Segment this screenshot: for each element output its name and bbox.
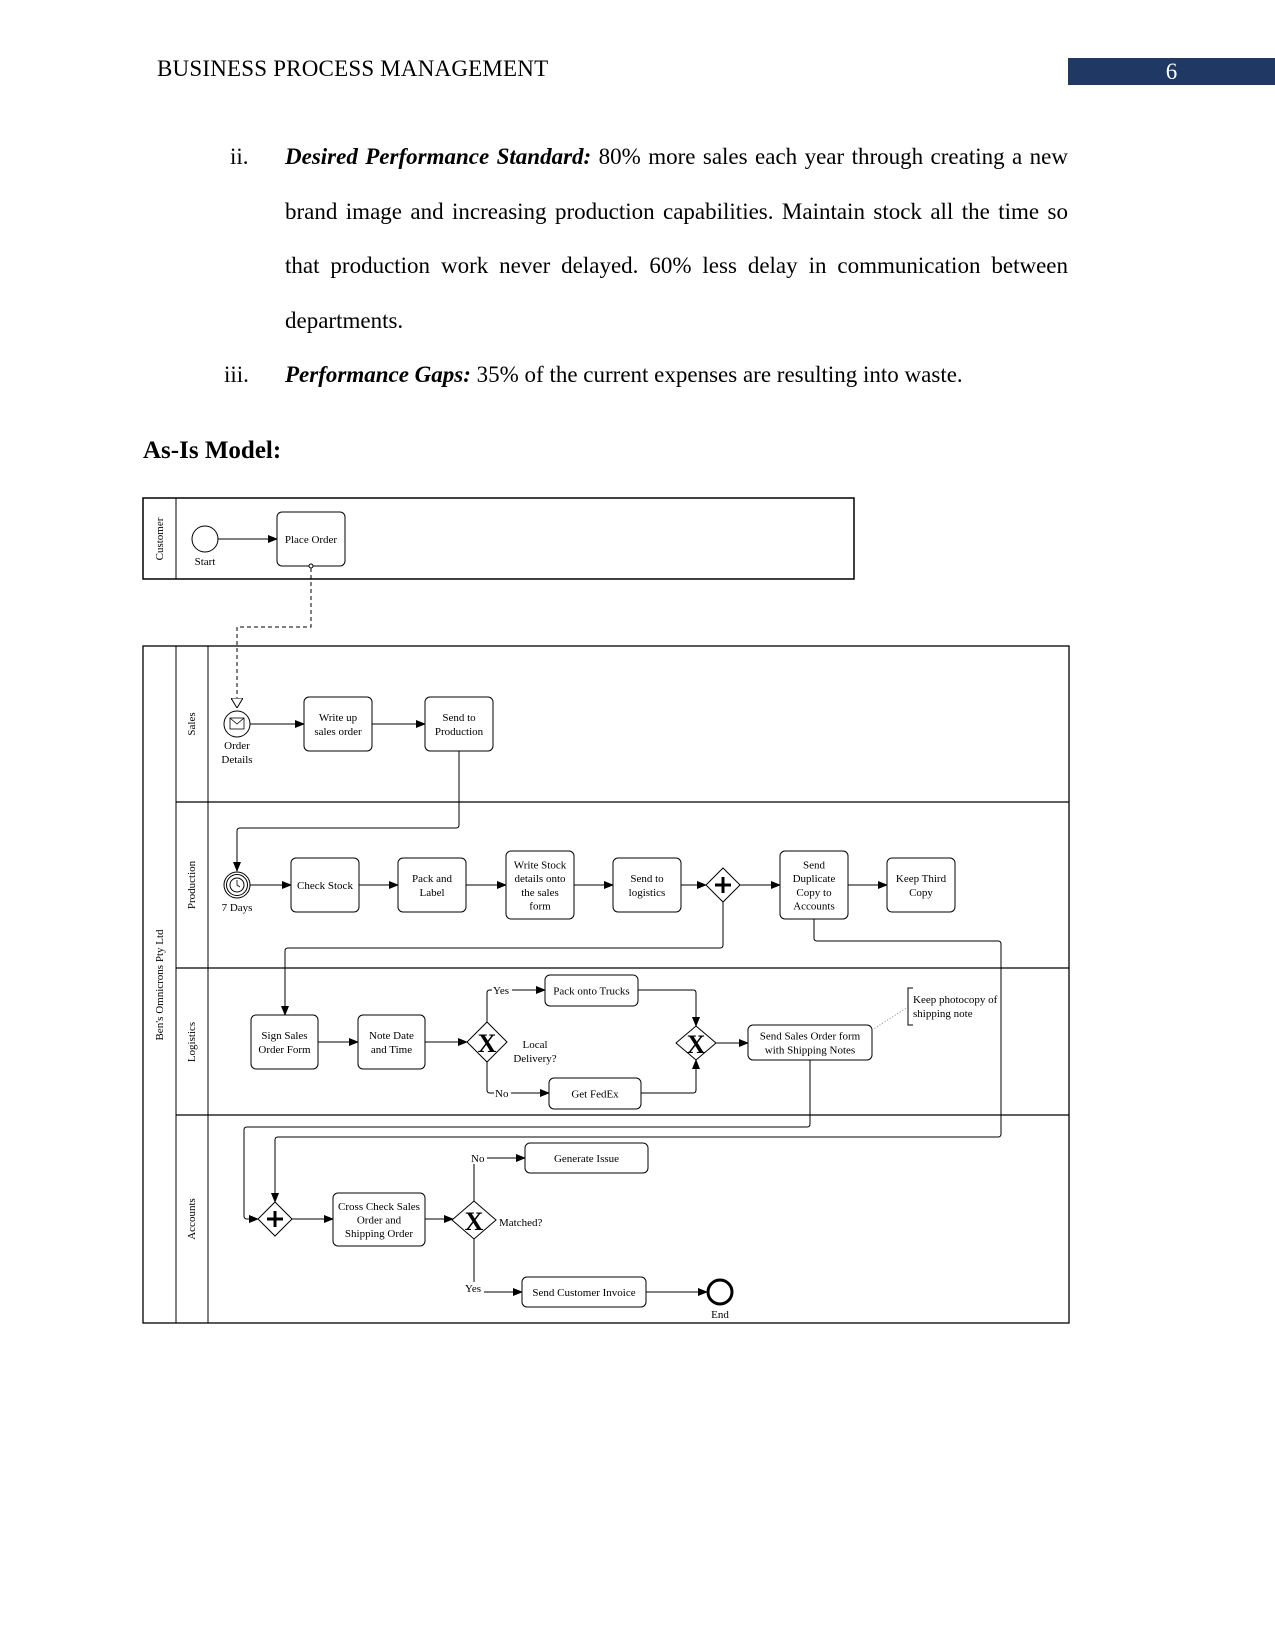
task-label-line: Write Stock — [514, 859, 567, 871]
task-pack-and-label[interactable]: Pack and Label — [397, 857, 467, 913]
flow — [638, 989, 700, 1027]
start-label: Start — [195, 556, 216, 568]
task-keep-third-copy[interactable]: Keep Third Copy — [886, 857, 956, 913]
text-annotation: Keep photocopy of shipping note — [907, 987, 998, 1026]
lane-label-logistics: Logistics — [186, 1022, 198, 1062]
timer-event: 7 Days — [222, 871, 253, 914]
task-label-line: Pack and — [412, 873, 453, 885]
flow — [486, 989, 492, 1022]
task-label-line: Get FedEx — [571, 1089, 619, 1101]
association — [871, 1006, 909, 1031]
pool-label-customer: Customer — [154, 517, 166, 560]
event-label-line: Order — [224, 740, 250, 752]
task-cross-check[interactable]: Cross Check Sales Order andShipping Order — [332, 1192, 426, 1247]
flow — [281, 902, 724, 1016]
task-label-line: Accounts — [793, 901, 835, 913]
task-label-line: Send Sales Order form — [760, 1031, 861, 1043]
exclusive-gateway-merge: X — [675, 1025, 717, 1061]
gateway-label-line: Local — [522, 1039, 547, 1051]
x-icon: X — [478, 1029, 497, 1058]
gateway-label-line: Delivery? — [513, 1053, 556, 1065]
flow-label-no: No — [471, 1153, 485, 1165]
task-pack-onto-trucks[interactable]: Pack onto Trucks — [544, 974, 639, 1007]
lane-label-sales: Sales — [186, 712, 198, 735]
lane-label-accounts: Accounts — [186, 1198, 198, 1240]
task-label-line: Cross Check Sales — [338, 1201, 420, 1213]
task-send-duplicate-copy[interactable]: Send Duplicate Copy to Accounts — [779, 850, 849, 920]
task-label-line: Write up — [319, 712, 358, 724]
task-label-line: with Shipping Notes — [765, 1044, 855, 1056]
message-flow-origin — [308, 563, 314, 569]
annotation-line: Keep photocopy of — [913, 994, 998, 1006]
task-label-line: Place Order — [285, 534, 338, 546]
flow-label-no: No — [495, 1088, 509, 1100]
task-label-line: Copy — [909, 887, 933, 899]
task-label-line: logistics — [629, 887, 666, 899]
task-label-line: Keep Third — [896, 873, 947, 885]
exclusive-gateway-matched: X Matched? — [451, 1200, 542, 1240]
task-send-to-logistics[interactable]: Send to logistics — [612, 857, 682, 913]
task-label-line: details onto — [514, 873, 566, 885]
gateway-label: Matched? — [499, 1217, 542, 1229]
task-label-line: Order and — [357, 1215, 402, 1227]
timer-label: 7 Days — [222, 902, 253, 914]
flow — [243, 1060, 811, 1223]
bpmn-diagram: Customer Ben's Omnicrons Pty Ltd Sales P… — [142, 497, 1070, 1324]
flow-label-yes: Yes — [493, 985, 509, 997]
task-label-line: form — [529, 901, 551, 913]
task-label-line: Order Form — [258, 1044, 311, 1056]
flow — [486, 1062, 494, 1094]
task-label-line: Note Date — [369, 1030, 414, 1042]
start-event: Start — [191, 525, 219, 568]
task-sign-sales-order-form[interactable]: Sign Sales Order Form — [250, 1014, 319, 1070]
event-label-line: Details — [221, 754, 252, 766]
flow — [641, 1059, 700, 1094]
exclusive-gateway-local-delivery: X Local Delivery? — [466, 1021, 557, 1065]
task-generate-issue[interactable]: Generate Issue — [524, 1142, 649, 1174]
task-get-fedex[interactable]: Get FedEx — [548, 1077, 642, 1110]
task-label-line: and Time — [371, 1044, 412, 1056]
task-label-line: Sign Sales — [261, 1030, 307, 1042]
task-send-customer-invoice[interactable]: Send Customer Invoice — [521, 1276, 647, 1308]
x-icon: X — [465, 1207, 484, 1236]
task-note-date-time[interactable]: Note Date and Time — [357, 1014, 426, 1070]
task-label-line: Send — [803, 859, 826, 871]
task-send-to-production[interactable]: Send to Production — [424, 696, 494, 752]
task-send-sales-order-form[interactable]: Send Sales Order formwith Shipping Notes — [747, 1024, 873, 1061]
task-label-line: Pack onto Trucks — [553, 986, 629, 998]
task-label-line: Generate Issue — [554, 1153, 619, 1165]
pool-label-company: Ben's Omnicrons Pty Ltd — [154, 929, 166, 1041]
message-flow-order — [237, 568, 312, 708]
message-start-event: Order Details — [221, 710, 253, 766]
task-label-line: sales order — [314, 726, 362, 738]
annotation-line: shipping note — [913, 1008, 973, 1020]
task-label-line: Copy to — [796, 887, 832, 899]
parallel-gateway-split — [705, 867, 741, 903]
parallel-gateway-join — [257, 1201, 293, 1237]
task-place-order[interactable]: Place Order — [276, 511, 346, 567]
task-label-line: Check Stock — [297, 880, 353, 892]
lane-label-production: Production — [186, 860, 198, 909]
task-label-line: Label — [419, 887, 444, 899]
task-write-up-sales-order[interactable]: Write up sales order — [303, 696, 373, 752]
task-check-stock[interactable]: Check Stock — [290, 857, 360, 913]
task-label-line: the sales — [521, 887, 559, 899]
task-label-line: Send Customer Invoice — [532, 1287, 635, 1299]
task-label-line: Send to — [442, 712, 476, 724]
task-label-line: Shipping Order — [345, 1228, 413, 1240]
task-label-line: Duplicate — [793, 873, 836, 885]
x-icon: X — [687, 1030, 706, 1059]
flow — [233, 751, 460, 872]
task-label-line: Send to — [630, 873, 664, 885]
end-event: End — [706, 1278, 734, 1321]
flow-label-yes: Yes — [465, 1283, 481, 1295]
end-label: End — [711, 1309, 729, 1321]
task-write-stock-details[interactable]: Write Stock details onto the sales form — [505, 850, 575, 920]
task-label-line: Production — [435, 726, 484, 738]
